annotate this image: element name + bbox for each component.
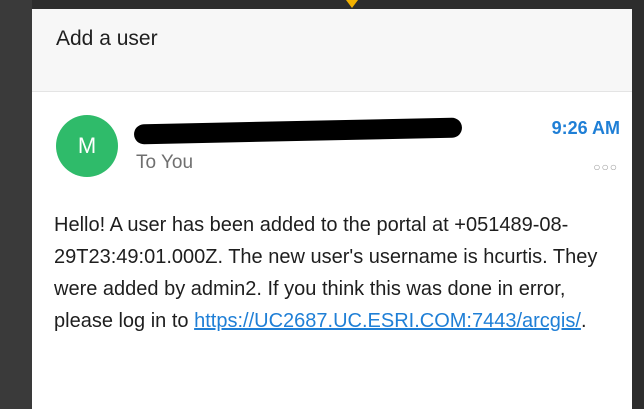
email-subject: Add a user — [56, 27, 158, 50]
email-panel: Add a user M 9:26 AM To You ○○○ Hello! A… — [32, 9, 632, 409]
right-frame — [632, 0, 644, 409]
more-options-icon[interactable]: ○○○ — [593, 160, 618, 174]
left-frame — [0, 0, 32, 409]
message-body: Hello! A user has been added to the port… — [54, 209, 622, 337]
email-header: Add a user — [32, 9, 632, 92]
recipient-label: To You — [136, 152, 194, 173]
avatar: M — [56, 115, 118, 177]
top-frame — [32, 0, 632, 9]
message-time: 9:26 AM — [551, 118, 620, 138]
pointer-arrow-icon — [346, 0, 358, 8]
message-end: . — [580, 310, 587, 332]
redacted-sender — [133, 117, 463, 145]
portal-link[interactable]: https://UC2687.UC.ESRI.COM:7443/arcgis/ — [194, 310, 581, 332]
